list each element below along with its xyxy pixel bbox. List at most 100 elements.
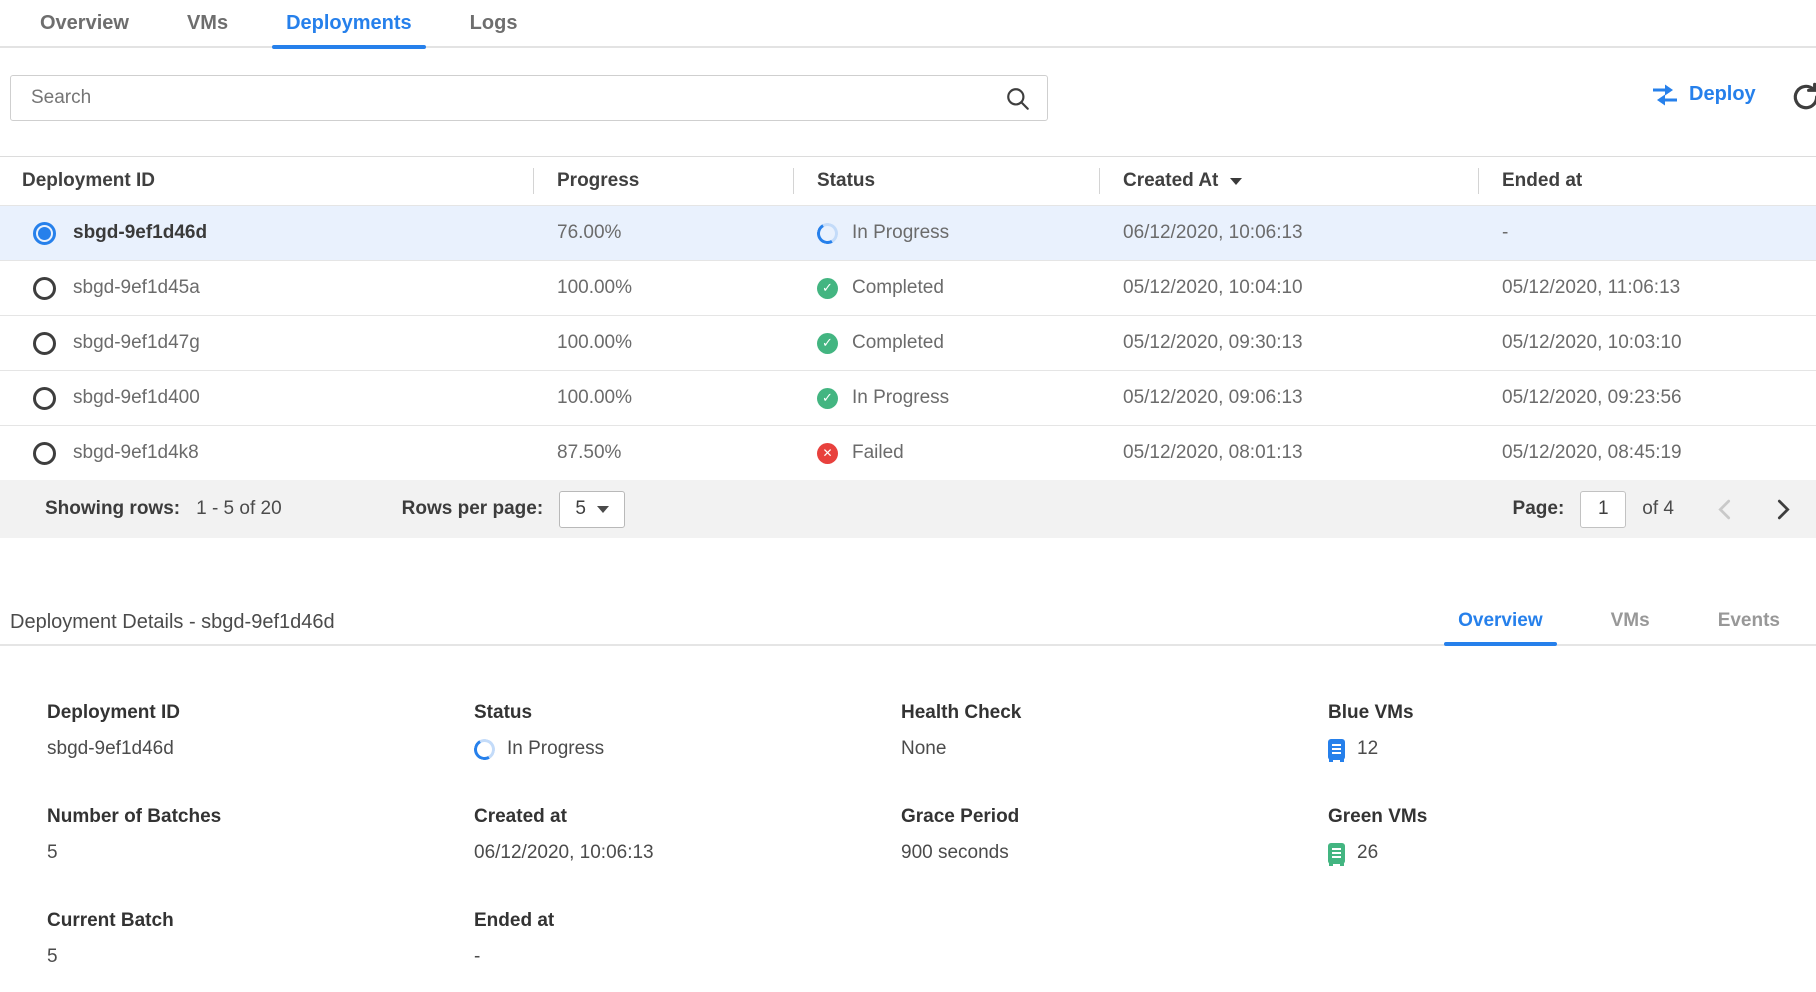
page-label: Page: bbox=[1513, 498, 1565, 520]
search-icon[interactable] bbox=[1005, 86, 1031, 112]
progress-cell: 100.00% bbox=[557, 277, 632, 299]
deployment-id-cell: sbgd-9ef1d45a bbox=[73, 277, 200, 299]
detail-field: Green VMs 26 bbox=[1328, 806, 1816, 866]
table-row[interactable]: sbgd-9ef1d45a 100.00% Completed 05/12/20… bbox=[0, 260, 1816, 315]
tab-label: Overview bbox=[40, 12, 129, 35]
status-cell: In Progress bbox=[852, 387, 949, 409]
detail-field: Number of Batches 5 bbox=[47, 806, 474, 866]
field-label: Grace Period bbox=[901, 806, 1328, 828]
details-title: Deployment Details - sbgd-9ef1d46d bbox=[10, 611, 335, 634]
rows-per-page-select[interactable]: 5 bbox=[559, 491, 625, 528]
tab-deployments[interactable]: Deployments bbox=[272, 0, 426, 47]
deploy-button-label: Deploy bbox=[1689, 83, 1756, 106]
status-cell: Completed bbox=[852, 277, 944, 299]
table-row[interactable]: sbgd-9ef1d46d 76.00% In Progress 06/12/2… bbox=[0, 205, 1816, 260]
field-label: Blue VMs bbox=[1328, 702, 1816, 724]
details-tab-vms[interactable]: VMs bbox=[1597, 610, 1664, 646]
field-value: sbgd-9ef1d46d bbox=[47, 738, 174, 760]
table-header: Deployment ID Progress Status Created At… bbox=[0, 156, 1816, 205]
field-label: Number of Batches bbox=[47, 806, 474, 828]
tab-logs[interactable]: Logs bbox=[456, 0, 532, 47]
field-label: Ended at bbox=[474, 910, 901, 932]
deployments-table: Deployment ID Progress Status Created At… bbox=[0, 156, 1816, 538]
previous-page-button[interactable] bbox=[1718, 499, 1731, 520]
detail-field: Grace Period 900 seconds bbox=[901, 806, 1328, 866]
row-radio[interactable] bbox=[33, 222, 56, 245]
search-box bbox=[10, 75, 1048, 121]
rows-per-page-value: 5 bbox=[575, 498, 586, 520]
ended-at-cell: 05/12/2020, 10:03:10 bbox=[1502, 332, 1682, 354]
ended-at-cell: 05/12/2020, 09:23:56 bbox=[1502, 387, 1682, 409]
page-number-input[interactable] bbox=[1580, 491, 1626, 528]
details-tab-bar: Overview VMs Events bbox=[1444, 610, 1794, 646]
failed-icon bbox=[817, 443, 838, 464]
progress-cell: 100.00% bbox=[557, 387, 632, 409]
refresh-icon[interactable] bbox=[1790, 81, 1816, 113]
details-tab-events[interactable]: Events bbox=[1704, 610, 1794, 646]
top-tab-bar: Overview VMs Deployments Logs bbox=[0, 0, 1816, 48]
spinner-icon bbox=[472, 736, 498, 762]
table-footer: Showing rows: 1 - 5 of 20 Rows per page:… bbox=[0, 480, 1816, 538]
toolbar: Deploy bbox=[0, 75, 1816, 121]
column-header-deployment-id[interactable]: Deployment ID bbox=[0, 157, 533, 205]
table-body: sbgd-9ef1d46d 76.00% In Progress 06/12/2… bbox=[0, 205, 1816, 480]
tab-vms[interactable]: VMs bbox=[173, 0, 242, 47]
detail-field: Current Batch 5 bbox=[47, 910, 474, 970]
table-row[interactable]: sbgd-9ef1d4k8 87.50% Failed 05/12/2020, … bbox=[0, 425, 1816, 480]
progress-cell: 100.00% bbox=[557, 332, 632, 354]
field-value: 12 bbox=[1357, 738, 1378, 760]
row-radio[interactable] bbox=[33, 277, 56, 300]
vm-blue-icon bbox=[1328, 739, 1345, 760]
ended-at-cell: 05/12/2020, 11:06:13 bbox=[1502, 277, 1680, 299]
field-label: Deployment ID bbox=[47, 702, 474, 724]
deployment-id-cell: sbgd-9ef1d46d bbox=[73, 222, 207, 244]
completed-icon bbox=[817, 388, 838, 409]
search-input[interactable] bbox=[11, 87, 1047, 109]
deploy-swap-arrows-icon bbox=[1652, 84, 1678, 106]
tab-label: Logs bbox=[470, 12, 518, 35]
page-count: of 4 bbox=[1642, 498, 1674, 520]
tab-label: VMs bbox=[187, 12, 228, 35]
table-row[interactable]: sbgd-9ef1d47g 100.00% Completed 05/12/20… bbox=[0, 315, 1816, 370]
column-header-created-at[interactable]: Created At bbox=[1099, 157, 1478, 205]
tab-label: Overview bbox=[1458, 610, 1543, 631]
detail-field: Health Check None bbox=[901, 702, 1328, 762]
field-value: In Progress bbox=[507, 738, 604, 760]
tab-label: Deployments bbox=[286, 12, 412, 35]
deploy-button[interactable]: Deploy bbox=[1652, 83, 1756, 106]
status-cell: Failed bbox=[852, 442, 904, 464]
detail-field: Deployment ID sbgd-9ef1d46d bbox=[47, 702, 474, 762]
ended-at-cell: 05/12/2020, 08:45:19 bbox=[1502, 442, 1682, 464]
detail-field: Ended at - bbox=[474, 910, 901, 970]
row-radio[interactable] bbox=[33, 442, 56, 465]
tab-overview[interactable]: Overview bbox=[26, 0, 143, 47]
completed-icon bbox=[817, 333, 838, 354]
row-radio[interactable] bbox=[33, 332, 56, 355]
details-tab-overview[interactable]: Overview bbox=[1444, 610, 1557, 646]
field-value: 06/12/2020, 10:06:13 bbox=[474, 842, 654, 864]
column-header-ended-at[interactable]: Ended at bbox=[1478, 157, 1816, 205]
next-page-button[interactable] bbox=[1777, 499, 1790, 520]
field-label: Current Batch bbox=[47, 910, 474, 932]
field-value: 5 bbox=[47, 842, 58, 864]
row-radio[interactable] bbox=[33, 387, 56, 410]
field-label: Status bbox=[474, 702, 901, 724]
sort-descending-icon bbox=[1230, 178, 1242, 185]
deployment-id-cell: sbgd-9ef1d400 bbox=[73, 387, 200, 409]
status-cell: In Progress bbox=[852, 222, 949, 244]
deployment-details-panel: Deployment Details - sbgd-9ef1d46d Overv… bbox=[0, 602, 1816, 970]
field-value: None bbox=[901, 738, 946, 760]
table-row[interactable]: sbgd-9ef1d400 100.00% In Progress 05/12/… bbox=[0, 370, 1816, 425]
deployment-id-cell: sbgd-9ef1d47g bbox=[73, 332, 200, 354]
chevron-down-icon bbox=[597, 506, 609, 513]
details-grid: Deployment ID sbgd-9ef1d46d Status In Pr… bbox=[0, 702, 1816, 970]
showing-rows-label: Showing rows: bbox=[45, 498, 180, 520]
column-header-progress[interactable]: Progress bbox=[533, 157, 793, 205]
detail-field: Created at 06/12/2020, 10:06:13 bbox=[474, 806, 901, 866]
field-label: Green VMs bbox=[1328, 806, 1816, 828]
field-value: 26 bbox=[1357, 842, 1378, 864]
column-header-status[interactable]: Status bbox=[793, 157, 1099, 205]
created-at-cell: 06/12/2020, 10:06:13 bbox=[1123, 222, 1303, 244]
progress-cell: 76.00% bbox=[557, 222, 621, 244]
rows-per-page-label: Rows per page: bbox=[402, 498, 543, 520]
